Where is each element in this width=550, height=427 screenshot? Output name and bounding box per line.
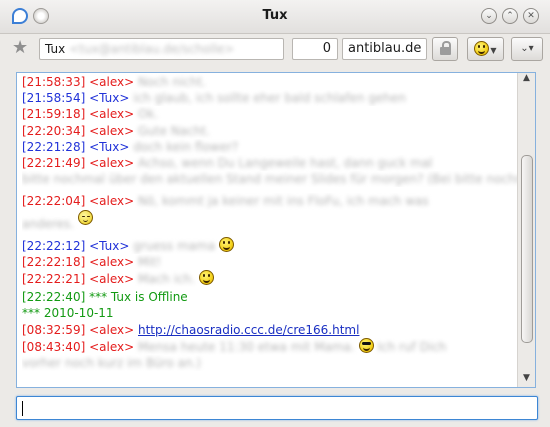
angel-smiley-icon bbox=[77, 209, 93, 225]
message-text: Nö, kommt ja keiner mit ins FloFu, ich m… bbox=[138, 194, 429, 209]
lock-icon bbox=[439, 41, 451, 55]
status-message: [22:22:40] *** Tux is Offline bbox=[22, 290, 188, 305]
contact-jid: <tux@antiblau.de/scholle> bbox=[69, 42, 235, 56]
message-text: bitte nochmal über den aktuellen Stand m… bbox=[22, 172, 518, 187]
message-text: Mensa heute 11:30 etwa mit Mama. bbox=[138, 339, 355, 354]
message-nick: <alex> bbox=[89, 322, 135, 337]
toolbar: ★ Tux <tux@antiblau.de/scholle> 0 antibla… bbox=[0, 33, 550, 68]
message-nick: <alex> bbox=[89, 254, 135, 269]
message-time: [21:58:54] bbox=[22, 91, 86, 106]
message-list: [21:58:33] <alex> Noch nicht. [21:58:54]… bbox=[22, 74, 518, 371]
smiley-icon bbox=[474, 41, 490, 56]
message-nick: <alex> bbox=[89, 156, 135, 171]
message-nick: <Tux> bbox=[89, 91, 130, 106]
message-text: vorher noch kurz im Büro an.) bbox=[22, 356, 202, 371]
date-separator: *** 2010-10-11 bbox=[22, 306, 114, 321]
message-text: Noch nicht. bbox=[138, 75, 206, 89]
message-nick: <alex> bbox=[89, 107, 135, 122]
contact-name: Tux bbox=[45, 42, 66, 56]
chevron-down-icon: ▼ bbox=[490, 46, 497, 55]
cool-smiley-icon bbox=[358, 337, 374, 353]
more-options-button[interactable]: ⌄▾ bbox=[511, 37, 543, 61]
scrollbar[interactable]: ▲ ▼ bbox=[517, 73, 535, 387]
message-text: Ok. bbox=[138, 107, 159, 122]
message-nick: <Tux> bbox=[89, 238, 130, 253]
message-nick: <Tux> bbox=[89, 139, 130, 154]
message-time: [22:20:34] bbox=[22, 123, 86, 138]
message-time: [08:32:59] bbox=[22, 322, 86, 337]
message-time: [22:22:12] bbox=[22, 238, 86, 253]
encryption-button[interactable] bbox=[432, 37, 458, 61]
message-text: Ich ruf Dich bbox=[377, 339, 447, 354]
chat-message: [21:58:54] <Tux> ich glaub, ich sollte e… bbox=[22, 90, 518, 106]
message-text: doch kein flower? bbox=[133, 139, 239, 154]
message-text: Gute Nacht. bbox=[138, 123, 210, 138]
message-nick: <alex> bbox=[89, 272, 135, 287]
chat-message-continuation: anderes. bbox=[22, 209, 518, 232]
maximize-icon[interactable]: ⌃ bbox=[502, 8, 518, 24]
chat-message: [22:20:34] <alex> Gute Nacht. bbox=[22, 123, 518, 139]
chat-message: [08:43:40] <alex> Mensa heute 11:30 etwa… bbox=[22, 337, 518, 355]
message-text: Mit! bbox=[138, 254, 162, 269]
minimize-icon[interactable]: ⌄ bbox=[481, 8, 497, 24]
chat-message-continuation: vorher noch kurz im Büro an.) bbox=[22, 355, 518, 371]
message-nick: <alex> bbox=[89, 123, 135, 138]
emoticon-button[interactable]: ▼ bbox=[467, 37, 504, 61]
chat-message: [21:59:18] <alex> Ok. bbox=[22, 106, 518, 122]
message-text: Mach ich. bbox=[138, 272, 196, 287]
message-nick: <alex> bbox=[89, 75, 135, 89]
laughing-smiley-icon bbox=[198, 270, 214, 286]
message-time: [22:22:04] bbox=[22, 194, 86, 209]
scroll-up-icon[interactable]: ▲ bbox=[518, 73, 535, 87]
chat-message-continuation: bitte nochmal über den aktuellen Stand m… bbox=[22, 171, 518, 187]
message-input[interactable] bbox=[16, 396, 538, 420]
message-link[interactable]: http://chaosradio.ccc.de/cre166.html bbox=[138, 323, 359, 337]
message-time: [22:21:28] bbox=[22, 139, 86, 154]
unread-count[interactable]: 0 bbox=[292, 38, 338, 60]
message-time: [22:22:18] bbox=[22, 254, 86, 269]
message-time: [08:43:40] bbox=[22, 339, 86, 354]
chevron-down-icon: ⌄▾ bbox=[520, 43, 534, 54]
chat-message: [22:22:18] <alex> Mit! bbox=[22, 254, 518, 270]
star-icon[interactable]: ★ bbox=[12, 39, 28, 57]
title-bar: Tux ⌄ ⌃ ✕ bbox=[0, 0, 550, 34]
chat-log[interactable]: [21:58:33] <alex> Noch nicht. [21:58:54]… bbox=[16, 72, 536, 388]
scroll-down-icon[interactable]: ▼ bbox=[518, 373, 535, 387]
chat-message: [22:22:12] <Tux> gruess mama bbox=[22, 236, 518, 254]
chat-message: [08:32:59] <alex> http://chaosradio.ccc.… bbox=[22, 322, 518, 338]
chat-message: [21:58:33] <alex> Noch nicht. bbox=[22, 74, 518, 90]
host-field[interactable]: antiblau.de bbox=[342, 38, 427, 60]
text-caret bbox=[22, 401, 23, 416]
contact-field[interactable]: Tux <tux@antiblau.de/scholle> bbox=[39, 38, 284, 60]
chat-message: [22:21:49] <alex> Achso, wenn Du Langewe… bbox=[22, 155, 518, 171]
message-nick: <alex> bbox=[89, 194, 135, 209]
message-time: [22:21:49] bbox=[22, 156, 86, 171]
chat-message: [22:22:21] <alex> Mach ich. bbox=[22, 270, 518, 287]
laughing-smiley-icon bbox=[219, 236, 235, 252]
message-text: Achso, wenn Du Langeweile hast, dann guc… bbox=[138, 156, 433, 171]
message-nick: <alex> bbox=[89, 339, 135, 354]
scrollbar-thumb[interactable] bbox=[521, 155, 533, 343]
message-time: [21:59:18] bbox=[22, 107, 86, 122]
message-time: [21:58:33] bbox=[22, 75, 86, 89]
message-time: [22:22:21] bbox=[22, 272, 86, 287]
message-text: gruess mama bbox=[133, 238, 216, 253]
message-text: ich glaub, ich sollte eher bald schlafen… bbox=[133, 91, 406, 106]
chat-message: [22:22:04] <alex> Nö, kommt ja keiner mi… bbox=[22, 193, 518, 209]
message-text: anderes. bbox=[22, 216, 75, 231]
chat-message: [22:21:28] <Tux> doch kein flower? bbox=[22, 139, 518, 155]
close-icon[interactable]: ✕ bbox=[523, 8, 539, 24]
window-title: Tux bbox=[262, 8, 288, 23]
